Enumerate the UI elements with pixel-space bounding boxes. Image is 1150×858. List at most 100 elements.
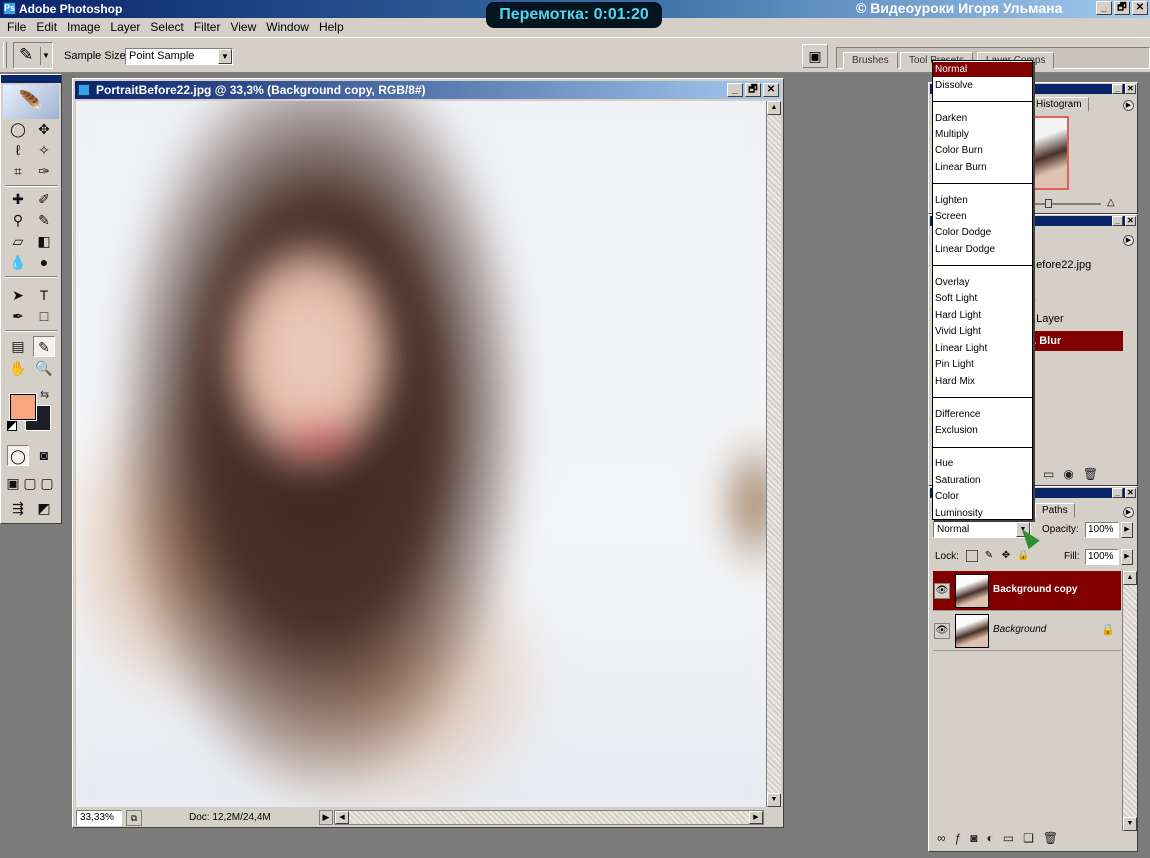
vertical-scrollbar[interactable]: ▲ ▼ xyxy=(766,101,781,807)
layer-style-icon[interactable]: ƒ xyxy=(955,831,962,845)
menu-image[interactable]: Image xyxy=(62,18,105,37)
blend-option-hue[interactable]: Hue xyxy=(933,456,1032,471)
layer-row-background-copy[interactable]: 👁 Background copy xyxy=(933,571,1121,611)
notes-tool-icon[interactable]: ▤ xyxy=(7,336,29,357)
status-info-icon[interactable]: ⧉ xyxy=(126,810,142,826)
blend-option-linear-dodge[interactable]: Linear Dodge xyxy=(933,242,1032,257)
scroll-up-icon[interactable]: ▲ xyxy=(767,101,781,115)
healing-brush-tool-icon[interactable]: ✚ xyxy=(7,189,29,210)
new-group-icon[interactable]: ▭ xyxy=(1003,831,1014,845)
imageready-icon[interactable]: ◩ xyxy=(33,498,55,519)
blend-option-luminosity[interactable]: Luminosity xyxy=(933,506,1032,521)
blend-option-color[interactable]: Color xyxy=(933,489,1032,504)
path-selection-tool-icon[interactable]: ➤ xyxy=(7,285,29,306)
scroll-down-icon[interactable]: ▼ xyxy=(767,793,781,807)
quick-mask-mode-icon[interactable]: ◙ xyxy=(33,445,55,466)
shape-tool-icon[interactable]: □ xyxy=(33,306,55,327)
panel-menu-icon[interactable]: ▶ xyxy=(1123,100,1134,111)
lock-transparency-icon[interactable] xyxy=(966,550,978,562)
crop-tool-icon[interactable]: ⌗ xyxy=(7,161,29,182)
new-document-icon[interactable]: ▭ xyxy=(1043,467,1054,481)
gradient-tool-icon[interactable]: ◧ xyxy=(33,231,55,252)
panel-close-button[interactable]: ✕ xyxy=(1125,488,1136,498)
default-colors-icon[interactable] xyxy=(7,421,17,431)
history-brush-tool-icon[interactable]: ✎ xyxy=(33,210,55,231)
full-screen-mode-icon[interactable]: ▢ xyxy=(39,473,55,494)
toolbox-title-bar[interactable] xyxy=(1,75,61,83)
tab-paths[interactable]: Paths xyxy=(1035,503,1075,518)
menu-select[interactable]: Select xyxy=(145,18,188,37)
menu-help[interactable]: Help xyxy=(314,18,349,37)
minimize-button[interactable]: _ xyxy=(1096,1,1112,15)
document-title-bar[interactable]: PortraitBefore22.jpg @ 33,3% (Background… xyxy=(75,81,781,99)
lock-all-icon[interactable]: 🔒 xyxy=(1017,550,1029,562)
scroll-up-icon[interactable]: ▲ xyxy=(1123,571,1137,585)
history-state-selected[interactable]: ... Blur xyxy=(1021,331,1123,351)
opacity-input[interactable]: 100% xyxy=(1085,522,1119,538)
trash-icon[interactable]: 🗑 xyxy=(1043,831,1058,845)
blend-option-hard-light[interactable]: Hard Light xyxy=(933,308,1032,323)
menu-layer[interactable]: Layer xyxy=(105,18,145,37)
eraser-tool-icon[interactable]: ▱ xyxy=(7,231,29,252)
layers-scrollbar[interactable]: ▲ ▼ xyxy=(1122,571,1137,831)
sample-size-select[interactable]: Point Sample ▼ xyxy=(125,48,233,65)
document-close-button[interactable]: ✕ xyxy=(763,83,779,97)
blend-option-screen[interactable]: Screen xyxy=(933,209,1032,224)
tool-preset-picker[interactable]: ✎ ▼ xyxy=(13,42,53,69)
blend-option-dissolve[interactable]: Dissolve xyxy=(933,78,1032,93)
blend-option-soft-light[interactable]: Soft Light xyxy=(933,291,1032,306)
blend-option-exclusion[interactable]: Exclusion xyxy=(933,423,1032,438)
scroll-down-icon[interactable]: ▼ xyxy=(1123,817,1137,831)
link-layers-icon[interactable]: ∞ xyxy=(937,831,946,845)
navigator-zoom-slider[interactable] xyxy=(1021,199,1101,208)
camera-snapshot-icon[interactable]: ◉ xyxy=(1063,467,1073,481)
blend-option-lighten[interactable]: Lighten xyxy=(933,193,1032,208)
eyedropper-tool-icon[interactable]: ✎ xyxy=(33,336,55,357)
standard-mode-icon[interactable]: ◯ xyxy=(7,445,29,466)
blend-option-normal[interactable]: Normal xyxy=(933,62,1032,77)
horizontal-scrollbar[interactable]: ◀ ▶ xyxy=(334,810,764,825)
clone-stamp-tool-icon[interactable]: ⚲ xyxy=(7,210,29,231)
menu-edit[interactable]: Edit xyxy=(31,18,62,37)
navigator-zoom-knob[interactable] xyxy=(1045,199,1052,208)
tab-histogram[interactable]: Histogram xyxy=(1029,97,1089,112)
document-canvas[interactable] xyxy=(76,101,766,807)
opacity-slider-arrow-icon[interactable]: ▶ xyxy=(1121,522,1133,538)
panel-close-button[interactable]: ✕ xyxy=(1125,84,1136,94)
zoom-tool-icon[interactable]: 🔍 xyxy=(33,358,55,379)
panel-minimize-button[interactable]: _ xyxy=(1112,216,1123,226)
menu-file[interactable]: File xyxy=(2,18,31,37)
foreground-color-swatch[interactable] xyxy=(9,393,37,421)
well-tab-brushes[interactable]: Brushes xyxy=(843,52,898,69)
chevron-down-icon[interactable]: ▼ xyxy=(218,49,232,64)
fill-input[interactable]: 100% xyxy=(1085,549,1119,565)
file-browser-button[interactable]: ▣ xyxy=(802,44,828,68)
blend-option-overlay[interactable]: Overlay xyxy=(933,275,1032,290)
layer-row-background[interactable]: 👁 Background 🔒 xyxy=(933,611,1121,651)
blur-tool-icon[interactable]: 💧 xyxy=(7,252,29,273)
panel-menu-icon[interactable]: ▶ xyxy=(1123,235,1134,246)
blend-option-difference[interactable]: Difference xyxy=(933,407,1032,422)
blend-option-multiply[interactable]: Multiply xyxy=(933,127,1032,142)
fill-slider-arrow-icon[interactable]: ▶ xyxy=(1121,549,1133,565)
blend-option-pin-light[interactable]: Pin Light xyxy=(933,357,1032,372)
chevron-down-icon[interactable]: ▼ xyxy=(40,47,51,65)
jump-to-imageready-icon[interactable]: ⇶ xyxy=(7,498,29,519)
move-tool-icon[interactable]: ✥ xyxy=(33,119,55,140)
eye-icon[interactable]: 👁 xyxy=(934,623,950,639)
swap-colors-icon[interactable]: ⇆ xyxy=(40,388,49,401)
panel-menu-icon[interactable]: ▶ xyxy=(1123,507,1134,518)
panel-close-button[interactable]: ✕ xyxy=(1125,216,1136,226)
blend-option-saturation[interactable]: Saturation xyxy=(933,473,1032,488)
options-grip[interactable] xyxy=(3,42,7,68)
lasso-tool-icon[interactable]: ℓ xyxy=(7,140,29,161)
blend-option-hard-mix[interactable]: Hard Mix xyxy=(933,374,1032,389)
dodge-tool-icon[interactable]: ● xyxy=(33,252,55,273)
layer-mask-icon[interactable]: ◙ xyxy=(970,831,977,845)
scroll-left-icon[interactable]: ◀ xyxy=(335,811,349,824)
new-layer-icon[interactable]: ❏ xyxy=(1023,831,1034,845)
blend-option-linear-light[interactable]: Linear Light xyxy=(933,341,1032,356)
zoom-level-input[interactable]: 33,33% xyxy=(76,810,122,826)
close-button[interactable]: ✕ xyxy=(1132,1,1148,15)
menu-window[interactable]: Window xyxy=(261,18,314,37)
